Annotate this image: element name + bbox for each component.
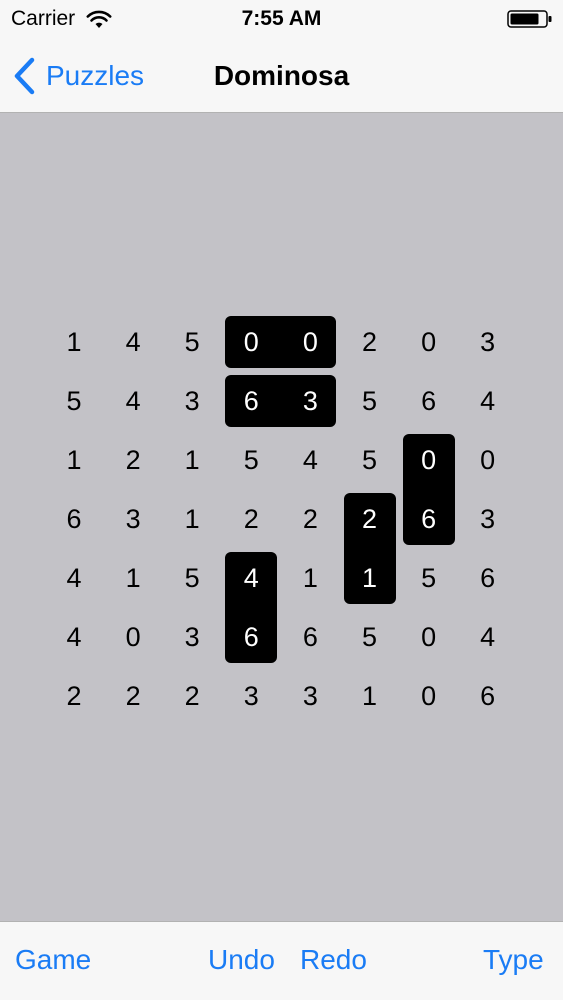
- game-button[interactable]: Game: [15, 944, 91, 976]
- grid-cell[interactable]: 5: [49, 376, 99, 426]
- grid-cell[interactable]: 4: [463, 376, 513, 426]
- grid-cell[interactable]: 0: [404, 671, 454, 721]
- grid-cell[interactable]: 2: [108, 435, 158, 485]
- grid-cell[interactable]: 3: [463, 494, 513, 544]
- grid-cell[interactable]: 4: [285, 435, 335, 485]
- grid-cell[interactable]: 0: [285, 317, 335, 367]
- grid-cell[interactable]: 2: [226, 494, 276, 544]
- grid-cell[interactable]: 3: [167, 376, 217, 426]
- grid-cell[interactable]: 0: [404, 435, 454, 485]
- grid-cell[interactable]: 1: [285, 553, 335, 603]
- grid-cell[interactable]: 3: [285, 376, 335, 426]
- grid-cell[interactable]: 2: [167, 671, 217, 721]
- grid-cell[interactable]: 5: [167, 317, 217, 367]
- undo-button[interactable]: Undo: [208, 944, 275, 976]
- grid-cell[interactable]: 4: [108, 376, 158, 426]
- grid-cell[interactable]: 6: [463, 671, 513, 721]
- top-bar: Carrier 7:55 AM Puzzles Dominosa: [0, 0, 563, 113]
- page-title: Dominosa: [213, 60, 350, 91]
- grid-cell[interactable]: 0: [463, 435, 513, 485]
- type-button[interactable]: Type: [483, 944, 544, 976]
- grid-cell[interactable]: 1: [167, 435, 217, 485]
- grid-cell[interactable]: 2: [108, 671, 158, 721]
- grid-cell[interactable]: 4: [226, 553, 276, 603]
- grid-cell[interactable]: 6: [404, 494, 454, 544]
- grid-cell[interactable]: 1: [345, 671, 395, 721]
- grid-cell[interactable]: 3: [285, 671, 335, 721]
- grid-cell[interactable]: 6: [404, 376, 454, 426]
- grid-cell[interactable]: 2: [49, 671, 99, 721]
- bottom-toolbar: Game Undo Redo Type: [0, 921, 563, 1000]
- grid-cell[interactable]: 4: [108, 317, 158, 367]
- grid-cell[interactable]: 3: [167, 612, 217, 662]
- grid-cell[interactable]: 3: [108, 494, 158, 544]
- grid-cell[interactable]: 1: [345, 553, 395, 603]
- grid-cell[interactable]: 2: [285, 494, 335, 544]
- grid-cell[interactable]: 5: [345, 376, 395, 426]
- grid-cell[interactable]: 3: [463, 317, 513, 367]
- grid-cell[interactable]: 4: [463, 612, 513, 662]
- grid-cell[interactable]: 6: [226, 376, 276, 426]
- grid-cell[interactable]: 6: [285, 612, 335, 662]
- grid-cell[interactable]: 5: [345, 612, 395, 662]
- puzzle-board: 1450020354363564121545006312226341541156…: [0, 0, 563, 1000]
- grid-cell[interactable]: 1: [49, 435, 99, 485]
- grid-cell[interactable]: 0: [404, 317, 454, 367]
- clock: 7:55 AM: [241, 7, 322, 30]
- grid-cell[interactable]: 1: [49, 317, 99, 367]
- grid-cell[interactable]: 6: [226, 612, 276, 662]
- status-bar: Carrier 7:55 AM: [0, 0, 563, 38]
- grid-cell[interactable]: 6: [463, 553, 513, 603]
- grid-cell[interactable]: 4: [49, 553, 99, 603]
- redo-button[interactable]: Redo: [300, 944, 367, 976]
- grid-cell[interactable]: 2: [345, 494, 395, 544]
- grid-cell[interactable]: 1: [167, 494, 217, 544]
- grid-cell[interactable]: 5: [167, 553, 217, 603]
- grid-cell[interactable]: 5: [345, 435, 395, 485]
- grid-cell[interactable]: 4: [49, 612, 99, 662]
- grid-cell[interactable]: 0: [404, 612, 454, 662]
- grid-cell[interactable]: 0: [108, 612, 158, 662]
- grid-cell[interactable]: 5: [226, 435, 276, 485]
- grid-cell[interactable]: 2: [345, 317, 395, 367]
- navigation-bar: Puzzles Dominosa: [0, 38, 563, 112]
- grid-cell[interactable]: 3: [226, 671, 276, 721]
- battery-icon: [507, 10, 552, 28]
- grid-cell[interactable]: 1: [108, 553, 158, 603]
- grid-cell[interactable]: 0: [226, 317, 276, 367]
- grid-cell[interactable]: 5: [404, 553, 454, 603]
- grid-cell[interactable]: 6: [49, 494, 99, 544]
